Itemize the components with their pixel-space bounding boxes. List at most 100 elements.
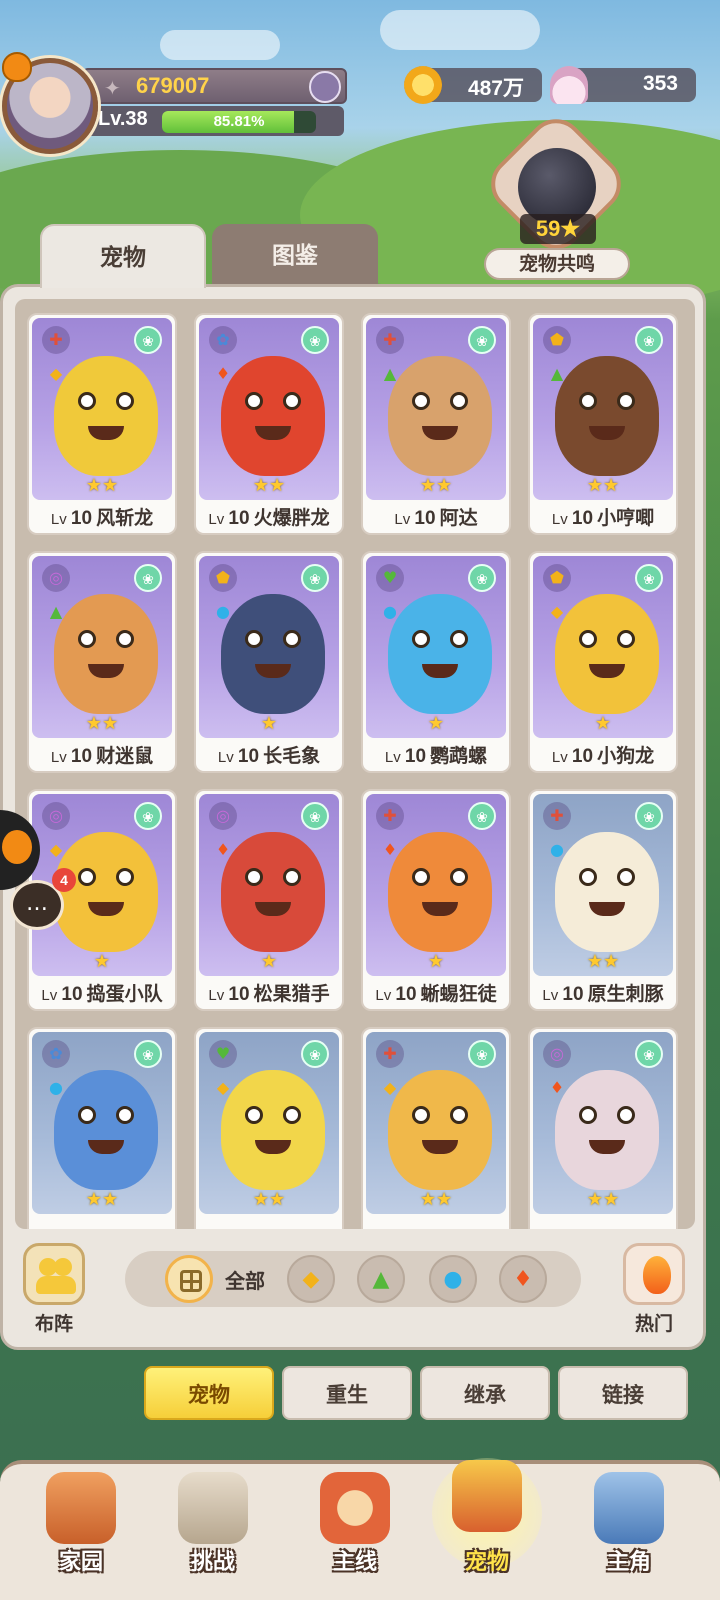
pet-level: 10 [404, 746, 427, 767]
pet-card[interactable]: ✿ ● ❀ ★★ [27, 1027, 177, 1229]
filter-all-button[interactable] [165, 1255, 213, 1303]
pet-level-prefix: Lv [208, 511, 229, 528]
nav-hero[interactable]: 主角 [564, 1464, 694, 1594]
paw-icon: ❀ [635, 326, 663, 354]
pet-card[interactable]: ✚ ◆ ❀ ★★ [361, 1027, 511, 1229]
pet-name-row: Lv 10 捣蛋小队 [29, 979, 175, 1006]
pet-portrait: ✿ ♦ ❀ [199, 318, 339, 500]
axe-icon: ✚ [376, 326, 404, 354]
pet-card[interactable]: ✚ ▲ ❀ ★★ Lv 10 阿达 [361, 313, 511, 535]
paw-icon: ❀ [301, 1040, 329, 1068]
pet-card[interactable]: ◎ ♦ ❀ ★ Lv 10 松果猎手 [194, 789, 344, 1011]
pet-portrait: ◎ ♦ ❀ [199, 794, 339, 976]
filter-water-button[interactable]: ● [429, 1255, 477, 1303]
pet-stars: ★ [260, 713, 278, 734]
pet-portrait: ✚ ◆ ❀ [366, 1032, 506, 1214]
pet-card[interactable]: ◎ ▲ ❀ ★★ Lv 10 财迷鼠 [27, 551, 177, 773]
pet-portrait: ✚ ◆ ❀ [32, 318, 172, 500]
pet-level-prefix: Lv [384, 749, 405, 766]
pet-card[interactable]: ⬟ ● ❀ ★ Lv 10 长毛象 [194, 551, 344, 773]
pet-name-row: Lv 10 财迷鼠 [29, 741, 175, 768]
subtab-link[interactable]: 链接 [558, 1366, 688, 1420]
pet-portrait: ◎ ♦ ❀ [533, 1032, 673, 1214]
pet-card[interactable]: ⬟ ◆ ❀ ★ Lv 10 小狗龙 [528, 551, 678, 773]
earth-icon: ◆ [383, 1078, 397, 1097]
formation-button[interactable]: 布阵 [19, 1243, 89, 1336]
pet-card[interactable]: ✚ ◆ ❀ ★★ Lv 10 风斩龙 [27, 313, 177, 535]
grass-icon: ▲ [550, 364, 564, 383]
shell-currency[interactable]: 353 [550, 66, 696, 104]
pet-name-row: Lv 10 鹦鹉螺 [363, 741, 509, 768]
shell-icon [550, 66, 588, 104]
pet-name: 松果猎手 [253, 983, 330, 1005]
pet-level: 10 [70, 746, 93, 767]
bottom-nav: 家园 挑战 主线 宠物 主角 [0, 1458, 720, 1600]
pet-level: 10 [562, 984, 584, 1005]
pet-card[interactable]: ◎ ♦ ❀ ★★ [528, 1027, 678, 1229]
heart-icon: ♥ [209, 1040, 237, 1068]
home-meat-icon [46, 1472, 116, 1544]
pet-card[interactable]: ⬟ ▲ ❀ ★★ Lv 10 小哼唧 [528, 313, 678, 535]
gold-currency[interactable]: 487万 [404, 66, 542, 104]
pet-card[interactable]: ♥ ● ❀ ★ Lv 10 鹦鹉螺 [361, 551, 511, 773]
nav-home[interactable]: 家园 [16, 1464, 146, 1594]
filter-earth-button[interactable]: ◆ [287, 1255, 335, 1303]
pet-name: 蜥蜴狂徒 [420, 983, 497, 1005]
gem-icon[interactable] [309, 71, 341, 103]
pet-stars: ★ [594, 713, 612, 734]
pet-stars: ★ [93, 951, 111, 972]
resonance-label: 宠物共鸣 [484, 248, 630, 280]
pet-level-prefix: Lv [208, 987, 229, 1004]
nav-challenge[interactable]: 挑战 [148, 1464, 278, 1594]
pet-level-prefix: Lv [394, 511, 415, 528]
chat-icon: … [26, 891, 48, 916]
nav-pets[interactable]: 宠物 [422, 1458, 552, 1594]
pet-panel: ✚ ◆ ❀ ★★ Lv 10 风斩龙 ✿ ♦ ❀ ★★ Lv 10 火爆胖龙 ✚ ▲ ❀ ★★ Lv 10 阿达 ⬟… [0, 284, 706, 1350]
paw-icon: ❀ [134, 802, 162, 830]
flame-icon [2, 830, 32, 864]
fire-icon: ♦ [215, 364, 231, 383]
pet-name-row [530, 1217, 676, 1229]
pet-level: 10 [70, 508, 93, 529]
pet-level-prefix: Lv [217, 749, 238, 766]
paw-icon: ❀ [468, 564, 496, 592]
tab-codex[interactable]: 图鉴 [212, 224, 378, 288]
pet-level: 10 [571, 746, 594, 767]
subtab-pets[interactable]: 宠物 [144, 1366, 274, 1420]
water-icon: ● [49, 1078, 63, 1097]
filter-fire-button[interactable]: ♦ [499, 1255, 547, 1303]
pet-grid[interactable]: ✚ ◆ ❀ ★★ Lv 10 风斩龙 ✿ ♦ ❀ ★★ Lv 10 火爆胖龙 ✚ ▲ ❀ ★★ Lv 10 阿达 ⬟… [15, 299, 695, 1229]
nav-challenge-label: 挑战 [190, 1550, 235, 1575]
pet-stars: ★★ [252, 475, 286, 496]
paw-icon: ❀ [134, 1040, 162, 1068]
swirl-icon: ◎ [42, 564, 70, 592]
pet-level-prefix: Lv [551, 749, 572, 766]
pet-name: 原生刺豚 [587, 983, 664, 1005]
pet-resonance-button[interactable]: 59★ 宠物共鸣 [479, 107, 633, 280]
pet-name: 鹦鹉螺 [430, 745, 488, 767]
pet-name: 风斩龙 [96, 507, 154, 529]
pet-card[interactable]: ♥ ◆ ❀ ★★ [194, 1027, 344, 1229]
pet-card[interactable]: ✚ ● ❀ ★★ Lv 10 原生刺豚 [528, 789, 678, 1011]
pet-portrait: ♥ ◆ ❀ [199, 1032, 339, 1214]
team-icon [23, 1243, 85, 1305]
pet-level-prefix: Lv [50, 511, 71, 528]
pet-name-row: Lv 10 松果猎手 [196, 979, 342, 1006]
pet-level: 10 [395, 984, 417, 1005]
tab-pets[interactable]: 宠物 [40, 224, 206, 288]
nav-main-story[interactable]: 主线 [290, 1464, 420, 1594]
pet-card[interactable]: ✚ ♦ ❀ ★ Lv 10 蜥蜴狂徒 [361, 789, 511, 1011]
paw-icon: ❀ [468, 1040, 496, 1068]
grass-icon: ▲ [372, 1267, 390, 1292]
pet-name: 财迷鼠 [96, 745, 154, 767]
pet-level-prefix: Lv [41, 987, 62, 1004]
paw-icon: ❀ [635, 802, 663, 830]
shield-icon: ⬟ [543, 326, 571, 354]
cloud [380, 10, 540, 50]
subtab-rebirth[interactable]: 重生 [282, 1366, 412, 1420]
subtab-inherit[interactable]: 继承 [420, 1366, 550, 1420]
hot-button[interactable]: 热门 [619, 1243, 689, 1336]
pet-card[interactable]: ✿ ♦ ❀ ★★ Lv 10 火爆胖龙 [194, 313, 344, 535]
filter-grass-button[interactable]: ▲ [357, 1255, 405, 1303]
pet-stars: ★ [260, 951, 278, 972]
